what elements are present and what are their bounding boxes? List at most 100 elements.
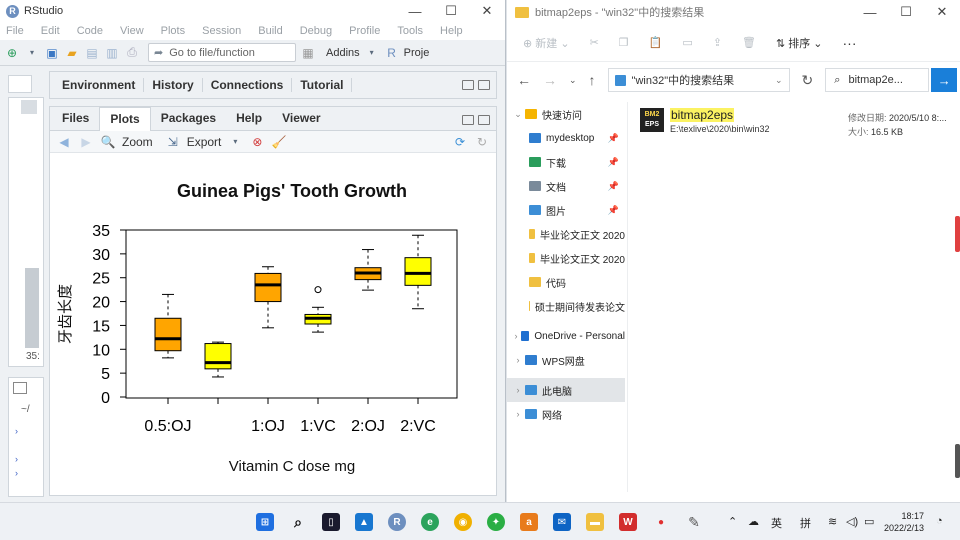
export-dropdown-icon[interactable]: ▾	[227, 134, 243, 150]
rename-icon[interactable]: ▭	[682, 36, 692, 49]
nav-item[interactable]: mydesktop 📌	[507, 126, 625, 150]
wifi-icon[interactable]: ≋	[828, 515, 837, 528]
previous-plot-icon[interactable]: ◀	[56, 134, 72, 150]
dropdown-icon[interactable]: ▾	[24, 45, 40, 61]
search-go-button[interactable]: →	[931, 68, 958, 92]
task-view-icon[interactable]: ▯	[322, 513, 340, 531]
cut-icon[interactable]: ✂	[590, 36, 599, 49]
mail-icon[interactable]: ✉	[553, 513, 571, 531]
tab-viewer[interactable]: Viewer	[272, 111, 330, 130]
nav-item[interactable]: › WPS网盘	[507, 348, 625, 372]
refresh-icon[interactable]: ↻	[802, 72, 814, 89]
menu-code[interactable]: Code	[77, 25, 103, 37]
nav-item[interactable]: 毕业论文正文 2020	[507, 222, 625, 246]
sort-button[interactable]: ⇅ 排序 ⌄	[776, 35, 823, 51]
export-button[interactable]: Export	[187, 135, 222, 149]
delete-icon[interactable]: 🗑	[742, 36, 756, 49]
menu-edit[interactable]: Edit	[41, 25, 60, 37]
grid-layout-icon[interactable]: ▦	[300, 45, 316, 61]
tray-overflow-icon[interactable]: ⌃	[728, 515, 737, 528]
file-name[interactable]: bitmap2eps	[670, 108, 735, 122]
pin-icon[interactable]: 📌	[608, 181, 619, 192]
share-icon[interactable]: ⇪	[713, 36, 722, 49]
expand-chevron-icon[interactable]: ›	[511, 355, 525, 365]
start-button-icon[interactable]: ⊞	[256, 513, 274, 531]
volume-icon[interactable]: ◁)	[846, 515, 858, 528]
nav-item[interactable]: 图片 📌	[507, 198, 625, 222]
publish-icon[interactable]: ⟳	[452, 134, 468, 150]
maximize-button[interactable]: ☐	[433, 0, 469, 22]
save-all-icon[interactable]: ▥	[104, 45, 120, 61]
menu-session[interactable]: Session	[202, 25, 241, 37]
maximize-pane-icon[interactable]	[478, 80, 490, 90]
expand-chevron-icon[interactable]: ⌄	[511, 109, 525, 120]
explorer-close-button[interactable]: ✕	[924, 0, 960, 24]
new-button[interactable]: ⊕ 新建 ⌄	[523, 35, 570, 51]
addins-menu[interactable]: Addins	[326, 47, 360, 59]
scroll-up-button[interactable]	[21, 100, 37, 114]
record-icon[interactable]: ●	[652, 513, 670, 531]
forward-icon[interactable]: →	[543, 72, 557, 88]
nav-item[interactable]: 毕业论文正文 2020	[507, 246, 625, 270]
open-folder-icon[interactable]: ▰	[64, 45, 80, 61]
minimize-plots-pane-icon[interactable]	[462, 115, 474, 125]
clock[interactable]: 18:17 2022/2/13	[884, 510, 924, 534]
ime-language[interactable]: 英	[771, 515, 782, 531]
menu-build[interactable]: Build	[258, 25, 282, 37]
ime-mode[interactable]: 拼	[800, 515, 811, 531]
nav-item[interactable]: › 网络	[507, 402, 625, 426]
new-project-icon[interactable]: ▣	[44, 45, 60, 61]
menu-profile[interactable]: Profile	[349, 25, 380, 37]
tab-environment[interactable]: Environment	[54, 78, 145, 92]
side-handle[interactable]	[955, 216, 960, 252]
menu-file[interactable]: File	[6, 25, 24, 37]
tab-help[interactable]: Help	[226, 111, 272, 130]
pin-icon[interactable]: 📌	[608, 157, 619, 168]
nav-item[interactable]: › 此电脑	[507, 378, 625, 402]
remove-plot-icon[interactable]: ⊗	[249, 134, 265, 150]
clear-plots-broom-icon[interactable]: 🧹	[271, 134, 287, 150]
nav-item[interactable]: 硕士期间待发表论文	[507, 294, 625, 318]
wechat-icon[interactable]: ✦	[487, 513, 505, 531]
tab-packages[interactable]: Packages	[151, 111, 226, 130]
addins-dropdown-icon[interactable]: ▾	[364, 45, 380, 61]
file-explorer-icon[interactable]: ▬	[586, 513, 604, 531]
new-file-icon[interactable]: ⊕	[4, 45, 20, 61]
onedrive-tray-icon[interactable]: ☁	[748, 515, 759, 528]
chrome-icon[interactable]: ◉	[454, 513, 472, 531]
console-pane-icon[interactable]	[13, 382, 27, 394]
edge-icon[interactable]: e	[421, 513, 439, 531]
menu-tools[interactable]: Tools	[397, 25, 423, 37]
file-result-bitmap2eps[interactable]: BM2 EPS bitmap2eps E:\texlive\2020\bin\w…	[640, 108, 770, 134]
rstudio-taskbar-icon[interactable]: R	[388, 513, 406, 531]
project-menu[interactable]: Proje	[404, 47, 430, 59]
menu-view[interactable]: View	[120, 25, 144, 37]
maximize-plots-pane-icon[interactable]	[478, 115, 490, 125]
copy-icon[interactable]: ❐	[619, 36, 629, 49]
explorer-minimize-button[interactable]: —	[852, 0, 888, 24]
paste-icon[interactable]: 📋	[649, 36, 663, 49]
battery-icon[interactable]: ▭	[864, 515, 874, 528]
pin-icon[interactable]: 📌	[608, 133, 619, 144]
tab-tutorial[interactable]: Tutorial	[292, 78, 353, 92]
menu-help[interactable]: Help	[440, 25, 463, 37]
minimize-button[interactable]: —	[397, 0, 433, 22]
menu-debug[interactable]: Debug	[300, 25, 332, 37]
nav-item[interactable]: 代码	[507, 270, 625, 294]
next-plot-icon[interactable]: ▶	[78, 134, 94, 150]
tab-connections[interactable]: Connections	[203, 78, 293, 92]
tab-plots[interactable]: Plots	[99, 107, 151, 131]
search-icon[interactable]: ⌕	[289, 513, 307, 531]
address-dropdown-icon[interactable]: ⌄	[775, 75, 783, 86]
nav-item[interactable]: 下载 📌	[507, 150, 625, 174]
more-options-icon[interactable]: ···	[843, 35, 857, 51]
tab-files[interactable]: Files	[52, 111, 99, 130]
address-bar[interactable]: "win32"中的搜索结果 ⌄	[607, 68, 790, 92]
pin-icon[interactable]: 📌	[608, 205, 619, 216]
back-icon[interactable]: ←	[517, 72, 531, 88]
notification-icon[interactable]: ◔	[936, 515, 943, 527]
close-button[interactable]: ✕	[469, 0, 505, 22]
tab-history[interactable]: History	[144, 78, 203, 92]
save-icon[interactable]: ▤	[84, 45, 100, 61]
menu-plots[interactable]: Plots	[161, 25, 185, 37]
